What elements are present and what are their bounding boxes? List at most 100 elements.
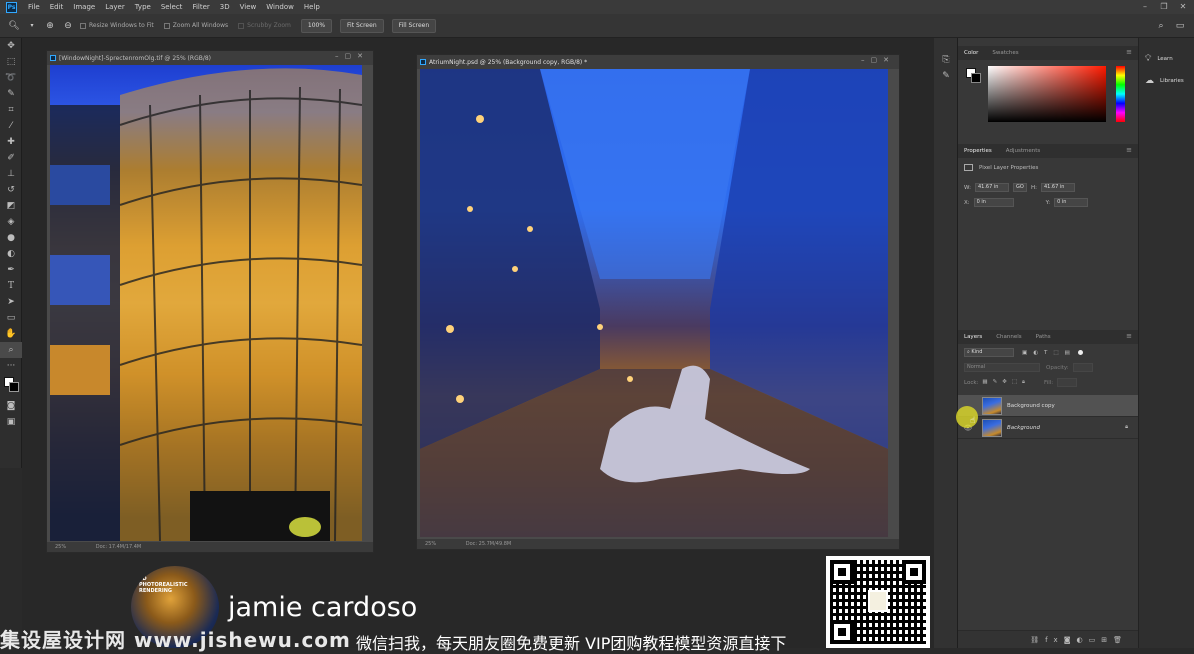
- tab-paths[interactable]: Paths: [1036, 334, 1051, 340]
- workspace-icon[interactable]: ▭: [1174, 20, 1186, 32]
- fill-screen-button[interactable]: Fill Screen: [391, 18, 437, 33]
- fx-icon[interactable]: fx: [1045, 636, 1064, 644]
- healing-brush-tool-icon[interactable]: ✚: [0, 134, 22, 150]
- paint-bucket-tool-icon[interactable]: ◈: [0, 214, 22, 230]
- pen-tool-icon[interactable]: ✒: [0, 262, 22, 278]
- tab-swatches[interactable]: Swatches: [992, 50, 1018, 56]
- path-select-tool-icon[interactable]: ➤: [0, 294, 22, 310]
- zoom-tool-icon[interactable]: 🔍︎: [8, 20, 20, 32]
- menu-image[interactable]: Image: [68, 3, 100, 11]
- document-window-controls[interactable]: –▢✕: [861, 56, 895, 64]
- menu-type[interactable]: Type: [130, 3, 156, 11]
- resize-windows-checkbox[interactable]: Resize Windows to Fit: [80, 22, 154, 29]
- scrubby-zoom-checkbox[interactable]: Scrubby Zoom: [238, 22, 291, 29]
- tab-channels[interactable]: Channels: [996, 334, 1021, 340]
- layer-row-background[interactable]: 👁︎ Background 🔒︎: [958, 417, 1138, 439]
- layer-kind-filter[interactable]: ⌕ Kind: [964, 348, 1014, 357]
- adjustment-layer-icon[interactable]: ◐: [1077, 636, 1089, 644]
- tab-color[interactable]: Color: [964, 50, 978, 56]
- menu-edit[interactable]: Edit: [45, 3, 69, 11]
- tab-layers[interactable]: Layers: [964, 334, 982, 340]
- search-icon[interactable]: ⌕: [1155, 20, 1167, 32]
- quick-mask-icon[interactable]: ◙: [0, 398, 22, 414]
- history-brush-tool-icon[interactable]: ↺: [0, 182, 22, 198]
- quick-select-tool-icon[interactable]: ✎: [0, 86, 22, 102]
- zoom-readout[interactable]: 25%: [425, 541, 436, 547]
- close-icon[interactable]: ✕: [1174, 0, 1192, 14]
- brush-settings-icon[interactable]: ✎: [934, 68, 958, 84]
- dodge-tool-icon[interactable]: ◐: [0, 246, 22, 262]
- move-tool-icon[interactable]: ✥: [0, 38, 22, 54]
- brush-tool-icon[interactable]: ✐: [0, 150, 22, 166]
- marquee-tool-icon[interactable]: ⬚: [0, 54, 22, 70]
- background-color-swatch[interactable]: [9, 382, 19, 392]
- x-field[interactable]: 0 in: [973, 198, 1014, 207]
- lasso-tool-icon[interactable]: ➰: [0, 70, 22, 86]
- minimize-icon[interactable]: –: [1136, 0, 1154, 14]
- type-tool-icon[interactable]: T: [0, 278, 22, 294]
- menu-3d[interactable]: 3D: [215, 3, 235, 11]
- y-field[interactable]: 0 in: [1054, 198, 1089, 207]
- new-layer-icon[interactable]: ⊞: [1101, 636, 1113, 644]
- height-field[interactable]: 41.67 in: [1040, 183, 1075, 192]
- restore-icon[interactable]: ❐: [1155, 0, 1173, 14]
- background-color-swatch[interactable]: [971, 73, 981, 83]
- width-field[interactable]: 41.67 in: [974, 183, 1009, 192]
- menu-window[interactable]: Window: [261, 3, 299, 11]
- delete-layer-icon[interactable]: 🗑︎: [1113, 636, 1128, 644]
- layer-name[interactable]: Background copy: [1007, 403, 1055, 409]
- chevron-down-icon[interactable]: ▾: [26, 20, 38, 32]
- document-title-bar[interactable]: AtriumNight.psd @ 25% (Background copy, …: [417, 55, 899, 69]
- hue-slider[interactable]: [1116, 66, 1125, 122]
- lock-icons[interactable]: ▦✎✥⬚🔒︎: [982, 379, 1030, 386]
- panel-menu-icon[interactable]: ≡: [1126, 332, 1132, 340]
- zoom-tool-icon[interactable]: ⌕: [0, 342, 22, 358]
- tab-adjustments[interactable]: Adjustments: [1006, 148, 1040, 154]
- blend-mode-select[interactable]: Normal: [964, 363, 1040, 372]
- filter-toggle-icon[interactable]: [1077, 350, 1083, 355]
- rectangle-tool-icon[interactable]: ▭: [0, 310, 22, 326]
- zoom-in-icon[interactable]: ⊕: [44, 20, 56, 32]
- panel-menu-icon[interactable]: ≡: [1126, 146, 1132, 154]
- link-layers-icon[interactable]: ⛓: [1030, 636, 1045, 644]
- document-window-controls[interactable]: –▢✕: [335, 52, 369, 60]
- document-window-2[interactable]: AtriumNight.psd @ 25% (Background copy, …: [416, 54, 900, 550]
- menu-file[interactable]: File: [23, 3, 45, 11]
- zoom-100-button[interactable]: 100%: [300, 18, 333, 33]
- layer-filter-icons[interactable]: ▣◐T⬚▤: [1022, 350, 1076, 356]
- add-mask-icon[interactable]: ◙: [1064, 636, 1077, 644]
- color-spectrum-field[interactable]: [988, 66, 1106, 122]
- hand-tool-icon[interactable]: ✋: [0, 326, 22, 342]
- layer-name[interactable]: Background: [1007, 425, 1040, 431]
- screen-mode-icon[interactable]: ▣: [0, 414, 22, 430]
- blur-tool-icon[interactable]: ●: [0, 230, 22, 246]
- crop-tool-icon[interactable]: ⌗: [0, 102, 22, 118]
- eraser-tool-icon[interactable]: ◩: [0, 198, 22, 214]
- zoom-out-icon[interactable]: ⊖: [62, 20, 74, 32]
- menu-filter[interactable]: Filter: [187, 3, 214, 11]
- document-window-1[interactable]: [WindowNight]-SprectenromOlg.tif @ 25% (…: [46, 50, 374, 553]
- libraries-panel-button[interactable]: ☁ Libraries: [1139, 70, 1194, 92]
- opacity-field[interactable]: [1072, 363, 1093, 372]
- learn-panel-button[interactable]: 💡︎ Learn: [1139, 48, 1194, 70]
- tab-properties[interactable]: Properties: [964, 148, 992, 154]
- layers-footer-icons[interactable]: ⛓ fx ◙ ◐ ▭ ⊞ 🗑︎: [958, 630, 1138, 648]
- color-swatches[interactable]: [0, 374, 21, 398]
- document-title-bar[interactable]: [WindowNight]-SprectenromOlg.tif @ 25% (…: [47, 51, 373, 65]
- new-group-icon[interactable]: ▭: [1089, 636, 1102, 644]
- zoom-all-checkbox[interactable]: Zoom All Windows: [163, 22, 228, 29]
- fit-screen-button[interactable]: Fit Screen: [340, 18, 384, 33]
- clone-stamp-tool-icon[interactable]: ⊥: [0, 166, 22, 182]
- menu-select[interactable]: Select: [156, 3, 188, 11]
- fill-field[interactable]: [1057, 378, 1078, 387]
- menu-help[interactable]: Help: [299, 3, 325, 11]
- eyedropper-tool-icon[interactable]: ⁄: [0, 118, 22, 134]
- link-dimensions-button[interactable]: GO: [1012, 183, 1027, 192]
- layer-row-background-copy[interactable]: Background copy: [958, 395, 1138, 417]
- zoom-readout[interactable]: 25%: [55, 544, 66, 550]
- panel-menu-icon[interactable]: ≡: [1126, 48, 1132, 56]
- history-panel-icon[interactable]: ⎘: [934, 52, 958, 68]
- menu-view[interactable]: View: [235, 3, 262, 11]
- more-tools-icon[interactable]: ···: [0, 358, 22, 374]
- menu-layer[interactable]: Layer: [100, 3, 130, 11]
